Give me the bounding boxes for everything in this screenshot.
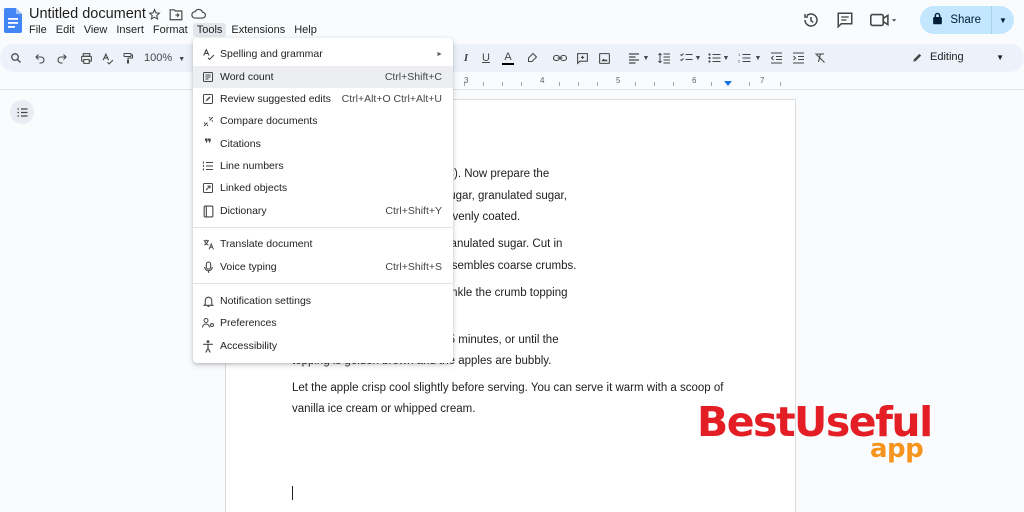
svg-text:1: 1 <box>738 52 741 57</box>
word-count-icon <box>201 70 215 84</box>
menu-separator <box>193 283 453 284</box>
toolbar: 100% ▼ I U A ▼ ▼ ▼ 1 2 ▼ Editing ▼ <box>0 44 1024 72</box>
cloud-status-icon[interactable] <box>190 6 206 22</box>
header: Untitled document File Edit View Insert … <box>0 0 1024 44</box>
editing-mode-select[interactable]: Editing ▼ <box>912 51 1004 63</box>
menu-item-review-suggested-edits[interactable]: Review suggested edits Ctrl+Alt+O Ctrl+A… <box>193 88 453 110</box>
menu-item-preferences[interactable]: Preferences <box>193 312 453 334</box>
linked-objects-icon <box>201 181 215 195</box>
ruler-number: 7 <box>760 76 765 85</box>
accessibility-icon <box>201 339 215 353</box>
ruler-number: 4 <box>540 76 545 85</box>
document-outline-icon[interactable] <box>10 100 34 124</box>
menu-bar: File Edit View Insert Format Tools Exten… <box>25 23 322 37</box>
decrease-indent-icon[interactable] <box>768 50 784 66</box>
search-menus-icon[interactable] <box>8 50 24 66</box>
menu-format[interactable]: Format <box>149 23 192 37</box>
move-folder-icon[interactable] <box>168 6 184 22</box>
add-comment-icon[interactable] <box>574 50 590 66</box>
undo-icon[interactable] <box>32 50 48 66</box>
menu-item-compare-documents[interactable]: Compare documents <box>193 110 453 132</box>
insert-link-icon[interactable] <box>552 50 568 66</box>
menu-file[interactable]: File <box>25 23 51 37</box>
menu-item-line-numbers[interactable]: Line numbers <box>193 155 453 177</box>
right-indent-marker[interactable] <box>724 81 732 86</box>
body-text-line: Let the apple crisp cool slightly before… <box>292 382 724 394</box>
review-edits-icon <box>201 92 215 106</box>
pencil-icon <box>912 52 923 63</box>
menu-extensions[interactable]: Extensions <box>227 23 289 37</box>
watermark-logo-sub: app <box>870 434 924 464</box>
version-history-icon[interactable] <box>798 7 824 33</box>
menu-help[interactable]: Help <box>290 23 321 37</box>
document-title[interactable]: Untitled document <box>29 6 146 22</box>
horizontal-ruler[interactable]: 3 4 5 6 7 <box>450 74 800 88</box>
compare-icon <box>201 114 215 128</box>
star-icon[interactable] <box>146 6 162 22</box>
numbered-dropdown-icon[interactable]: ▼ <box>750 50 766 66</box>
comments-icon[interactable] <box>832 7 858 33</box>
translate-icon <box>201 237 215 251</box>
menu-item-linked-objects[interactable]: Linked objects <box>193 177 453 199</box>
line-spacing-icon[interactable] <box>656 50 672 66</box>
print-icon[interactable] <box>78 50 94 66</box>
ruler-number: 6 <box>692 76 697 85</box>
zoom-value: 100% <box>144 52 173 64</box>
menu-item-accessibility[interactable]: Accessibility <box>193 335 453 357</box>
text-cursor <box>292 486 293 500</box>
lock-icon <box>932 12 943 28</box>
line-numbers-icon <box>201 159 215 173</box>
bullet-dropdown-icon[interactable]: ▼ <box>718 50 734 66</box>
body-text-line: vanilla ice cream or whipped cream. <box>292 403 476 415</box>
submenu-arrow-icon: ► <box>436 50 443 58</box>
menu-view[interactable]: View <box>80 23 112 37</box>
menu-edit[interactable]: Edit <box>52 23 79 37</box>
tools-menu: Spelling and grammar ► Word count Ctrl+S… <box>193 38 453 363</box>
checklist-dropdown-icon[interactable]: ▼ <box>690 50 706 66</box>
redo-icon[interactable] <box>54 50 70 66</box>
insert-image-icon[interactable] <box>596 50 612 66</box>
zoom-select[interactable]: 100% ▼ <box>144 52 185 64</box>
dictionary-icon <box>201 204 215 218</box>
ruler-number: 5 <box>616 76 621 85</box>
menu-tools[interactable]: Tools <box>192 23 227 37</box>
ruler-number: 3 <box>464 76 469 85</box>
spellcheck-icon <box>201 47 215 61</box>
share-button[interactable]: Share ▼ <box>920 6 1014 34</box>
italic-icon[interactable]: I <box>458 50 474 66</box>
menu-separator <box>193 227 453 228</box>
text-color-icon[interactable]: A <box>500 50 516 66</box>
preferences-icon <box>201 316 215 330</box>
share-dropdown-arrow-icon[interactable]: ▼ <box>992 6 1014 34</box>
clear-formatting-icon[interactable] <box>812 50 828 66</box>
ruler-divider <box>0 89 1024 90</box>
highlight-color-icon[interactable] <box>524 50 540 66</box>
microphone-icon <box>201 260 215 274</box>
menu-item-word-count[interactable]: Word count Ctrl+Shift+C <box>193 66 453 88</box>
zoom-dropdown-icon: ▼ <box>178 56 186 63</box>
paint-format-icon[interactable] <box>120 50 136 66</box>
menu-item-voice-typing[interactable]: Voice typing Ctrl+Shift+S <box>193 256 453 278</box>
editing-mode-label: Editing <box>930 51 964 63</box>
menu-item-dictionary[interactable]: Dictionary Ctrl+Shift+Y <box>193 200 453 222</box>
quote-icon: ❞ <box>204 136 212 151</box>
menu-item-spelling-grammar[interactable]: Spelling and grammar ► <box>193 43 453 65</box>
menu-item-citations[interactable]: ❞ Citations <box>193 133 453 155</box>
svg-text:2: 2 <box>738 59 741 64</box>
menu-insert[interactable]: Insert <box>112 23 148 37</box>
bell-icon <box>201 294 215 308</box>
menu-item-translate-document[interactable]: Translate document <box>193 233 453 255</box>
editing-dropdown-icon: ▼ <box>996 52 1004 62</box>
increase-indent-icon[interactable] <box>790 50 806 66</box>
docs-logo-icon[interactable] <box>4 8 22 33</box>
align-dropdown-icon[interactable]: ▼ <box>638 50 654 66</box>
spellcheck-toolbar-icon[interactable] <box>99 50 115 66</box>
meet-video-icon[interactable] <box>866 7 902 33</box>
underline-icon[interactable]: U <box>478 50 494 66</box>
menu-item-notification-settings[interactable]: Notification settings <box>193 290 453 312</box>
share-label: Share <box>950 14 981 26</box>
